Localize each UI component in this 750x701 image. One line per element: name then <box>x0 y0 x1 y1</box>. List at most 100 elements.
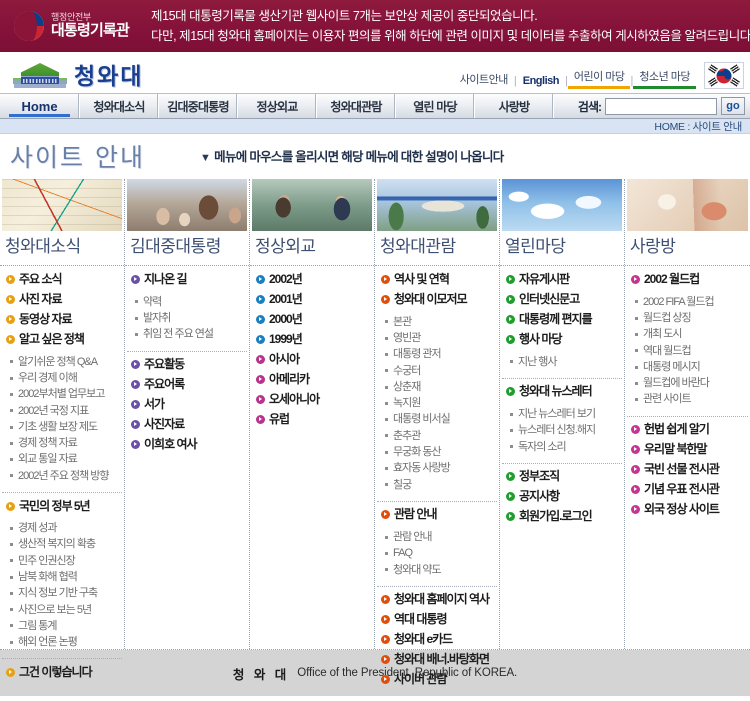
menu-item[interactable]: 2002 월드컵 <box>625 270 750 290</box>
submenu-item[interactable]: 뉴스레터 신청.해지 <box>500 422 624 438</box>
submenu-item[interactable]: 수궁터 <box>375 363 499 379</box>
menu-item[interactable]: 2000년 <box>250 310 374 330</box>
menu-item[interactable]: 알고 싶은 정책 <box>0 330 124 350</box>
column-title[interactable]: 청와대소식 <box>0 231 124 266</box>
menu-item[interactable]: 국빈 선물 전시관 <box>625 460 750 480</box>
submenu-item[interactable]: 해외 언론 논평 <box>0 634 124 650</box>
submenu-item[interactable]: 개최 도시 <box>625 326 750 342</box>
menu-item[interactable]: 행사 마당 <box>500 330 624 350</box>
menu-item[interactable]: 지나온 길 <box>125 270 249 290</box>
menu-item[interactable]: 1999년 <box>250 330 374 350</box>
menu-item[interactable]: 주요활동 <box>125 355 249 375</box>
submenu-item[interactable]: FAQ <box>375 545 499 561</box>
site-brand[interactable]: 청와대 <box>0 61 143 93</box>
menu-item[interactable]: 외국 정상 사이트 <box>625 500 750 520</box>
submenu-item[interactable]: 무궁화 동산 <box>375 444 499 460</box>
menu-item[interactable]: 오세아니아 <box>250 390 374 410</box>
menu-item[interactable]: 주요 소식 <box>0 270 124 290</box>
menu-item[interactable]: 우리말 북한말 <box>625 440 750 460</box>
submenu-item[interactable]: 경제 정책 자료 <box>0 435 124 451</box>
submenu-item[interactable]: 기초 생활 보장 제도 <box>0 419 124 435</box>
menu-item[interactable]: 대통령께 편지를 <box>500 310 624 330</box>
submenu-item[interactable]: 2002년 주요 정책 방향 <box>0 468 124 484</box>
menu-item[interactable]: 기념 우표 전시관 <box>625 480 750 500</box>
submenu-item[interactable]: 취임 전 주요 연설 <box>125 326 249 342</box>
submenu-item[interactable]: 알기쉬운 정책 Q&A <box>0 354 124 370</box>
menu-item[interactable]: 자유게시판 <box>500 270 624 290</box>
column-title[interactable]: 열린마당 <box>500 231 624 266</box>
menu-item[interactable]: 그건 이렇습니다 <box>0 662 124 682</box>
search-input[interactable] <box>605 97 717 115</box>
nav-tab-home[interactable]: Home <box>0 94 80 118</box>
menu-item[interactable]: 아메리카 <box>250 370 374 390</box>
submenu-item[interactable]: 녹지원 <box>375 395 499 411</box>
menu-item[interactable]: 사진 자료 <box>0 290 124 310</box>
nav-tab-tour[interactable]: 청와대관람 <box>317 94 396 118</box>
submenu-item[interactable]: 영빈관 <box>375 330 499 346</box>
menu-item[interactable]: 아시아 <box>250 350 374 370</box>
submenu-item[interactable]: 지난 행사 <box>500 354 624 370</box>
submenu-item[interactable]: 관람 안내 <box>375 529 499 545</box>
submenu-item[interactable]: 생산적 복지의 확충 <box>0 536 124 552</box>
menu-item[interactable]: 사진자료 <box>125 415 249 435</box>
submenu-item[interactable]: 본관 <box>375 314 499 330</box>
submenu-item[interactable]: 사진으로 보는 5년 <box>0 602 124 618</box>
submenu-item[interactable]: 지난 뉴스레터 보기 <box>500 406 624 422</box>
submenu-item[interactable]: 상춘재 <box>375 379 499 395</box>
submenu-item[interactable]: 춘추관 <box>375 428 499 444</box>
submenu-item[interactable]: 관련 사이트 <box>625 391 750 407</box>
util-link-english[interactable]: English <box>517 75 565 89</box>
submenu-item[interactable]: 칠궁 <box>375 477 499 493</box>
menu-item[interactable]: 동영상 자료 <box>0 310 124 330</box>
submenu-item[interactable]: 효자동 사랑방 <box>375 460 499 476</box>
menu-item[interactable]: 역사 및 연혁 <box>375 270 499 290</box>
util-link-children[interactable]: 어린이 마당 <box>567 68 631 89</box>
menu-item[interactable]: 청와대 뉴스레터 <box>500 382 624 402</box>
menu-item[interactable]: 주요어록 <box>125 375 249 395</box>
column-title[interactable]: 사랑방 <box>625 231 750 266</box>
nav-tab-sarangbang[interactable]: 사랑방 <box>475 94 554 118</box>
menu-item[interactable]: 정부조직 <box>500 467 624 487</box>
search-go-button[interactable]: go <box>721 97 745 115</box>
submenu-item[interactable]: 발자취 <box>125 310 249 326</box>
submenu-item[interactable]: 남북 화해 협력 <box>0 569 124 585</box>
menu-item[interactable]: 청와대 배너.바탕화면 <box>375 650 499 670</box>
menu-item[interactable]: 이희호 여사 <box>125 435 249 455</box>
submenu-item[interactable]: 약력 <box>125 294 249 310</box>
util-link-site-guide[interactable]: 사이트안내 <box>454 71 514 89</box>
menu-item[interactable]: 인터넷신문고 <box>500 290 624 310</box>
submenu-item[interactable]: 2002 FIFA 월드컵 <box>625 294 750 310</box>
menu-item[interactable]: 공지사항 <box>500 487 624 507</box>
menu-item[interactable]: 청와대 홈페이지 역사 <box>375 590 499 610</box>
submenu-item[interactable]: 월드컵에 바란다 <box>625 375 750 391</box>
submenu-item[interactable]: 청와대 약도 <box>375 562 499 578</box>
nav-tab-news[interactable]: 청와대소식 <box>80 94 159 118</box>
menu-item[interactable]: 2001년 <box>250 290 374 310</box>
submenu-item[interactable]: 2002부처별 업무보고 <box>0 386 124 402</box>
submenu-item[interactable]: 월드컵 상징 <box>625 310 750 326</box>
submenu-item[interactable]: 외교 통일 자료 <box>0 451 124 467</box>
menu-item[interactable]: 역대 대통령 <box>375 610 499 630</box>
menu-item[interactable]: 국민의 정부 5년 <box>0 496 124 516</box>
column-title[interactable]: 김대중대통령 <box>125 231 249 266</box>
nav-tab-president[interactable]: 김대중대통령 <box>159 94 238 118</box>
submenu-item[interactable]: 독자의 소리 <box>500 439 624 455</box>
submenu-item[interactable]: 민주 인권신장 <box>0 553 124 569</box>
submenu-item[interactable]: 2002년 국정 지표 <box>0 403 124 419</box>
submenu-item[interactable]: 대통령 관저 <box>375 346 499 362</box>
menu-item[interactable]: 청와대 이모저모 <box>375 290 499 310</box>
submenu-item[interactable]: 경제 성과 <box>0 520 124 536</box>
menu-item[interactable]: 2002년 <box>250 270 374 290</box>
menu-item[interactable]: 관람 안내 <box>375 505 499 525</box>
submenu-item[interactable]: 그림 통계 <box>0 618 124 634</box>
submenu-item[interactable]: 대통령 비서실 <box>375 411 499 427</box>
menu-item[interactable]: 헌법 쉽게 알기 <box>625 420 750 440</box>
nav-tab-open-forum[interactable]: 열린 마당 <box>396 94 475 118</box>
menu-item[interactable]: 사이버 관람 <box>375 670 499 690</box>
column-title[interactable]: 청와대관람 <box>375 231 499 266</box>
menu-item[interactable]: 회원가입.로그인 <box>500 507 624 527</box>
util-link-youth[interactable]: 청소년 마당 <box>633 68 696 89</box>
menu-item[interactable]: 유럽 <box>250 410 374 430</box>
submenu-item[interactable]: 대통령 메시지 <box>625 359 750 375</box>
submenu-item[interactable]: 역대 월드컵 <box>625 343 750 359</box>
